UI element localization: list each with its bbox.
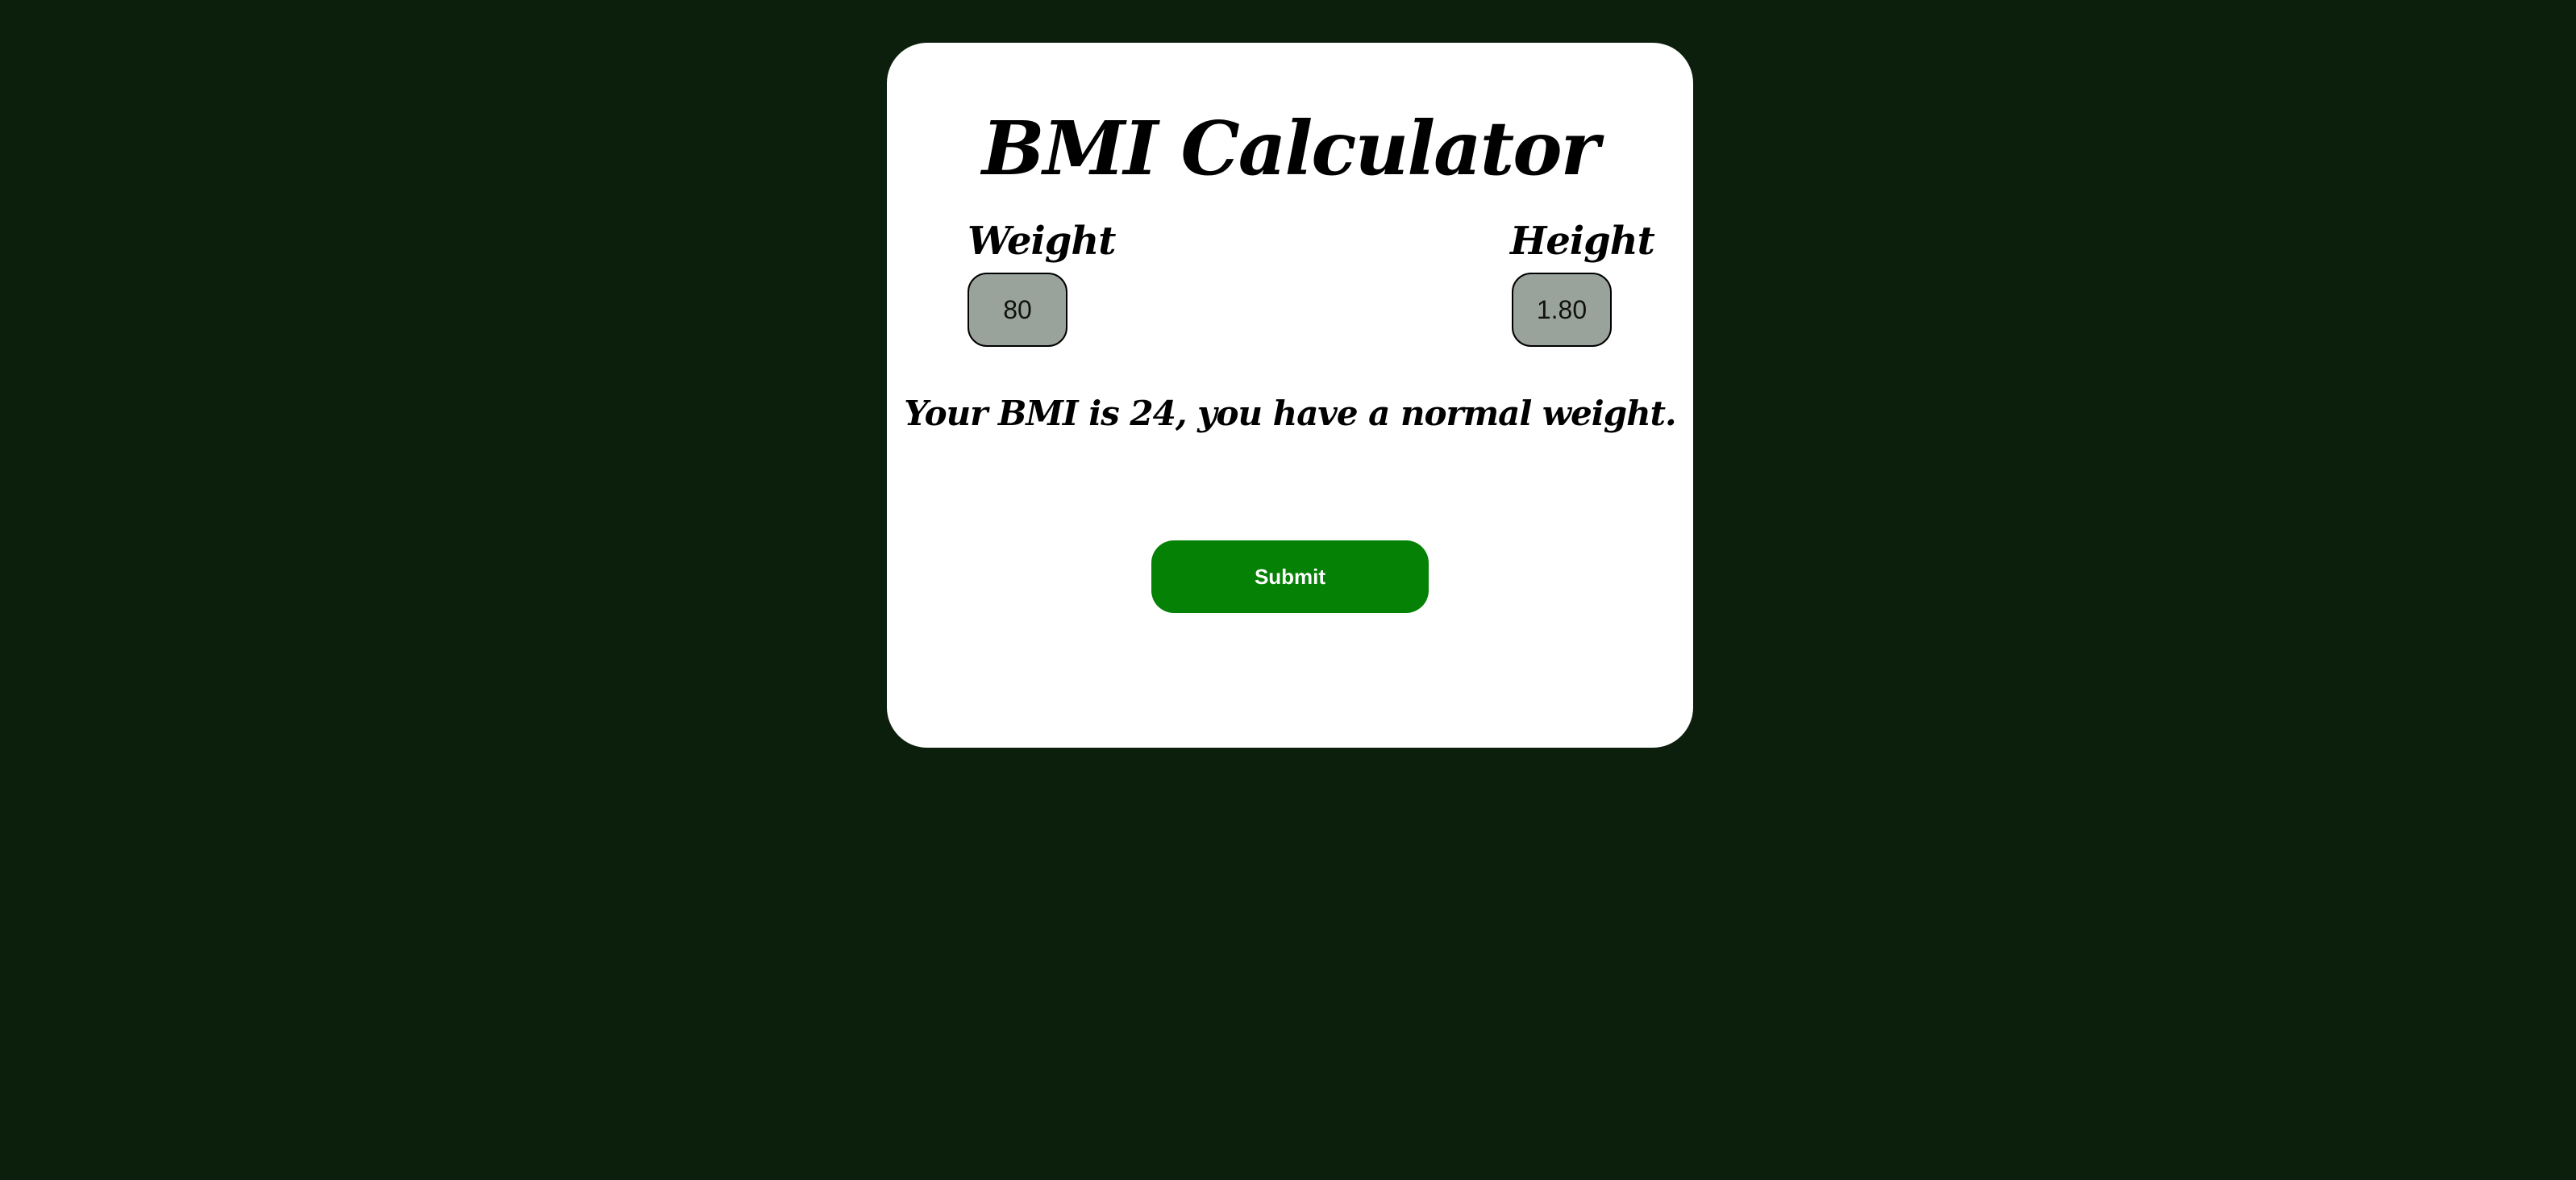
page-background: BMI Calculator Weight Height Your BMI is…	[0, 0, 2576, 1180]
submit-button[interactable]: Submit	[1151, 540, 1429, 613]
bmi-result-text: Your BMI is 24, you have a normal weight…	[904, 394, 1676, 433]
weight-label: Weight	[968, 219, 1116, 264]
calculator-card: BMI Calculator Weight Height Your BMI is…	[887, 43, 1693, 748]
page-title: BMI Calculator	[981, 105, 1600, 192]
weight-input[interactable]	[968, 273, 1067, 347]
height-label: Height	[1510, 219, 1655, 264]
height-input[interactable]	[1512, 273, 1612, 347]
